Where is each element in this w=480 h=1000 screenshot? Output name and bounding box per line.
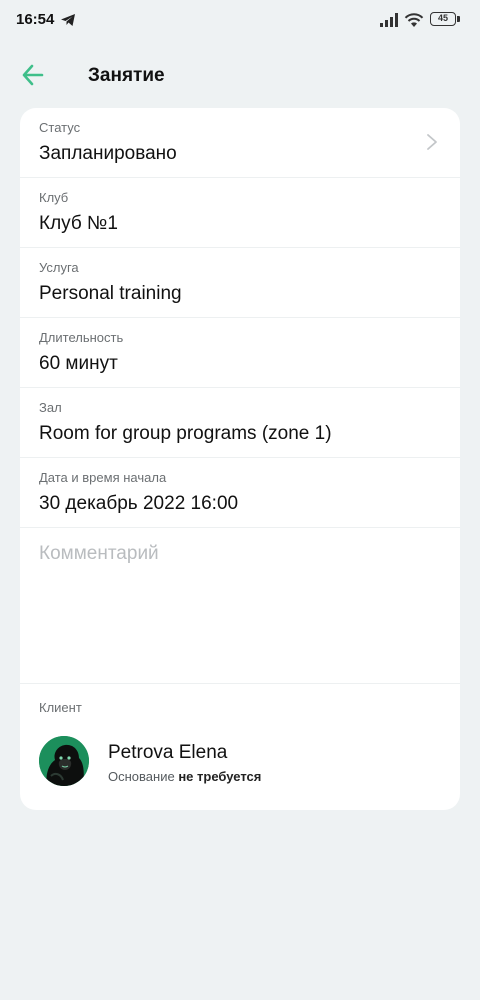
field-label: Зал <box>39 400 62 415</box>
client-section: Клиент Petrova Elena Основание не требуе… <box>20 684 460 810</box>
back-button[interactable] <box>18 60 50 90</box>
field-value: 60 минут <box>39 353 118 374</box>
gorilla-avatar-icon <box>39 736 89 786</box>
field-label: Длительность <box>39 330 124 345</box>
field-hall: Зал Room for group programs (zone 1) <box>20 388 460 458</box>
client-basis: Основание не требуется <box>108 769 261 784</box>
client-row[interactable]: Petrova Elena Основание не требуется <box>20 724 460 796</box>
avatar <box>39 736 89 786</box>
client-basis-prefix: Основание <box>108 769 175 784</box>
wifi-icon <box>404 13 424 27</box>
client-basis-value: не требуется <box>178 769 262 784</box>
lesson-details-card: Статус Запланировано Клуб Клуб №1 Услуга… <box>20 108 460 810</box>
comment-input[interactable]: Комментарий <box>20 528 460 684</box>
battery-icon: 45 <box>430 12 462 28</box>
client-name: Petrova Elena <box>108 742 228 763</box>
field-start-datetime: Дата и время начала 30 декабрь 2022 16:0… <box>20 458 460 528</box>
field-service: Услуга Personal training <box>20 248 460 318</box>
header: Занятие <box>0 52 480 98</box>
battery-level: 45 <box>430 12 456 26</box>
field-status[interactable]: Статус Запланировано <box>20 108 460 178</box>
field-value: Запланировано <box>39 143 177 164</box>
chevron-right-icon <box>427 134 437 150</box>
telegram-icon <box>61 14 75 26</box>
field-label: Услуга <box>39 260 79 275</box>
status-time: 16:54 <box>16 11 55 28</box>
field-value: Room for group programs (zone 1) <box>39 423 332 444</box>
field-value: Клуб №1 <box>39 213 118 234</box>
signal-icon <box>380 13 398 27</box>
field-value: 30 декабрь 2022 16:00 <box>39 493 239 514</box>
field-label: Клуб <box>39 190 69 205</box>
field-club: Клуб Клуб №1 <box>20 178 460 248</box>
field-label: Дата и время начала <box>39 470 167 485</box>
field-label: Статус <box>39 120 81 135</box>
status-bar: 16:54 45 <box>0 0 480 44</box>
field-value: Personal training <box>39 283 182 304</box>
client-section-label: Клиент <box>39 700 82 715</box>
field-duration: Длительность 60 минут <box>20 318 460 388</box>
comment-placeholder: Комментарий <box>39 543 159 564</box>
page-title: Занятие <box>88 65 165 86</box>
arrow-left-icon <box>22 64 44 86</box>
